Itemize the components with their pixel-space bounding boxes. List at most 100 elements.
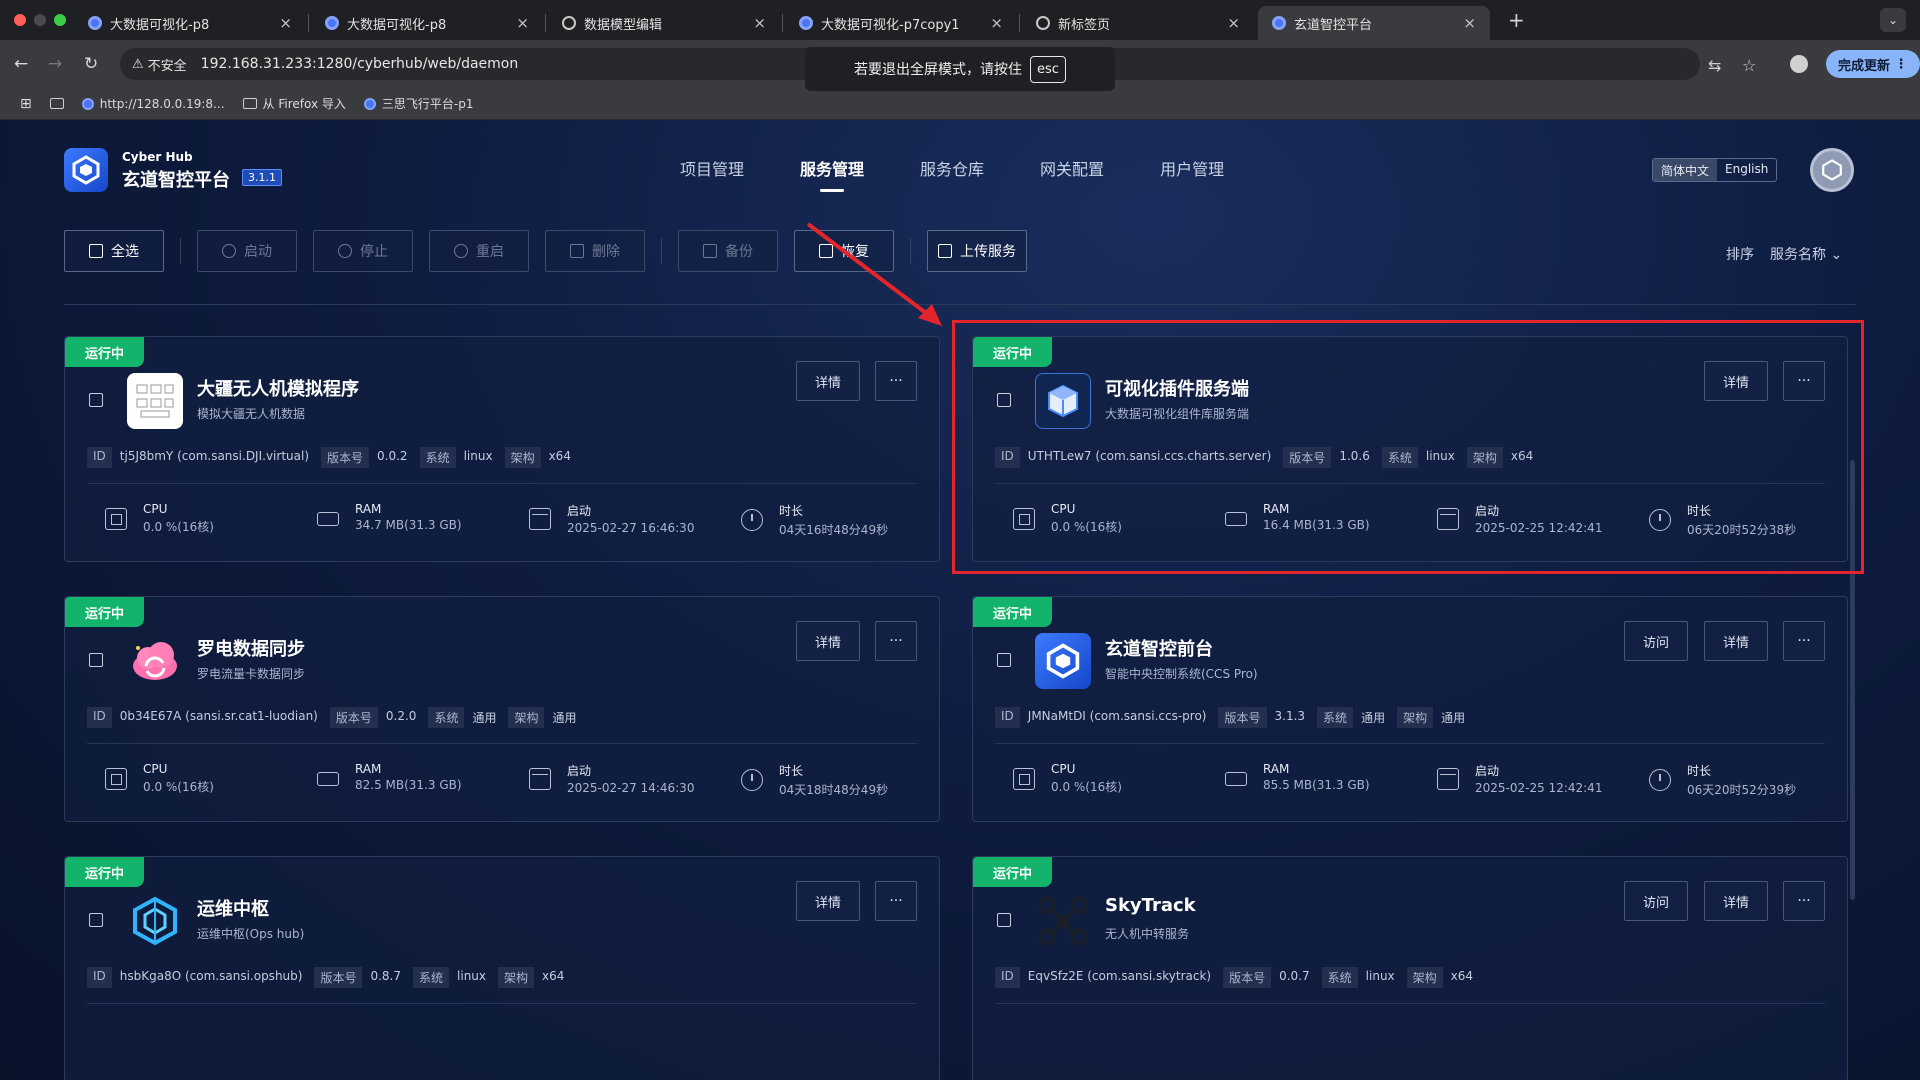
timer-icon bbox=[741, 769, 763, 791]
hexagon-logo-icon bbox=[1035, 633, 1091, 689]
ram-icon bbox=[317, 512, 339, 526]
nav-item-services[interactable]: 服务管理 bbox=[800, 156, 864, 192]
app-logo-icon[interactable] bbox=[64, 148, 108, 192]
close-icon[interactable]: × bbox=[279, 14, 292, 32]
id-value: EqvSfz2E (com.sansi.skytrack) bbox=[1027, 969, 1212, 983]
ram-stat: RAM 34.7 MB(31.3 GB) bbox=[317, 502, 462, 532]
bookmark-item[interactable]: 三思飞行平台-p1 bbox=[363, 95, 473, 112]
window-minimize-button[interactable] bbox=[34, 14, 46, 26]
start-button[interactable]: 启动 bbox=[197, 230, 297, 272]
nav-item-users[interactable]: 用户管理 bbox=[1160, 156, 1224, 180]
visit-button[interactable]: 访问 bbox=[1624, 621, 1688, 661]
bookmark-label: http://128.0.0.19:8... bbox=[99, 96, 225, 111]
detail-button[interactable]: 详情 bbox=[796, 621, 860, 661]
close-icon[interactable]: × bbox=[1227, 14, 1240, 32]
bookmarks-bar: ⊞ http://128.0.0.19:8... 从 Firefox 导入 三思… bbox=[0, 88, 1920, 120]
bookmark-item[interactable]: http://128.0.0.19:8... bbox=[81, 96, 225, 111]
start-stat: 启动 2025-02-27 16:46:30 bbox=[529, 502, 694, 535]
delete-button[interactable]: 删除 bbox=[545, 230, 645, 272]
update-button[interactable]: 完成更新 ⋮ bbox=[1826, 50, 1920, 78]
main-nav: 项目管理 服务管理 服务仓库 网关配置 用户管理 bbox=[680, 156, 1224, 192]
translate-icon[interactable]: ⇆ bbox=[1708, 56, 1721, 75]
detail-button[interactable]: 详情 bbox=[1704, 881, 1768, 921]
close-icon[interactable]: × bbox=[753, 14, 766, 32]
version-tag: 版本号 bbox=[1218, 707, 1267, 728]
ram-stat: RAM 82.5 MB(31.3 GB) bbox=[317, 762, 462, 792]
window-close-button[interactable] bbox=[14, 14, 26, 26]
tab-search-button[interactable]: ⌄ bbox=[1880, 8, 1906, 32]
profile-avatar[interactable] bbox=[1790, 55, 1808, 73]
reload-icon[interactable]: ↻ bbox=[84, 54, 98, 74]
more-button[interactable]: ··· bbox=[875, 621, 917, 661]
bookmark-item[interactable]: 从 Firefox 导入 bbox=[242, 95, 346, 112]
browser-tab[interactable]: 数据模型编辑 × bbox=[548, 6, 780, 40]
stop-label: 停止 bbox=[360, 244, 388, 260]
id-tag: ID bbox=[87, 447, 112, 468]
sort-label: 排序 bbox=[1726, 247, 1754, 263]
os-tag: 系统 bbox=[413, 967, 450, 988]
card-checkbox[interactable] bbox=[89, 393, 103, 407]
service-description: 模拟大疆无人机数据 bbox=[197, 407, 306, 421]
detail-button[interactable]: 详情 bbox=[796, 881, 860, 921]
sort-select[interactable]: 服务名称 ⌄ bbox=[1770, 244, 1842, 264]
arch-tag: 架构 bbox=[1397, 707, 1434, 728]
more-button[interactable]: ··· bbox=[875, 361, 917, 401]
more-button[interactable]: ··· bbox=[875, 881, 917, 921]
close-icon[interactable]: × bbox=[1463, 14, 1476, 32]
duration-value: 04天18时48分49秒 bbox=[779, 783, 889, 797]
visit-button[interactable]: 访问 bbox=[1624, 881, 1688, 921]
checkbox-icon bbox=[89, 244, 103, 258]
back-icon[interactable]: ← bbox=[14, 54, 28, 74]
insecure-label: 不安全 bbox=[147, 58, 187, 74]
nav-item-repository[interactable]: 服务仓库 bbox=[920, 156, 984, 180]
select-all-label: 全选 bbox=[111, 244, 139, 260]
more-button[interactable]: ··· bbox=[1783, 621, 1825, 661]
status-badge: 运行中 bbox=[973, 597, 1053, 627]
duration-label: 时长 bbox=[779, 764, 804, 778]
bookmark-star-icon[interactable]: ☆ bbox=[1742, 56, 1756, 75]
card-checkbox[interactable] bbox=[997, 653, 1011, 667]
browser-tab[interactable]: 大数据可视化-p8 × bbox=[74, 6, 306, 40]
card-checkbox[interactable] bbox=[89, 653, 103, 667]
cpu-stat: CPU 0.0 %(16核) bbox=[105, 502, 214, 535]
apps-grid-icon[interactable]: ⊞ bbox=[20, 96, 32, 112]
new-tab-button[interactable]: + bbox=[1508, 8, 1525, 32]
bookmark-folder[interactable] bbox=[49, 98, 64, 109]
user-avatar[interactable] bbox=[1810, 148, 1854, 192]
forward-icon[interactable]: → bbox=[48, 54, 62, 74]
restart-button[interactable]: 重启 bbox=[429, 230, 529, 272]
start-label: 启动 bbox=[567, 764, 592, 778]
select-all-button[interactable]: 全选 bbox=[64, 230, 164, 272]
tab-title: 大数据可视化-p8 bbox=[347, 17, 447, 33]
backup-button[interactable]: 备份 bbox=[678, 230, 778, 272]
close-icon[interactable]: × bbox=[516, 14, 529, 32]
service-card: 运行中 SkyTrack 无人机中转服务 访问 详情 ··· ID EqvSfz2… bbox=[972, 856, 1848, 1080]
cpu-value: 0.0 %(16核) bbox=[143, 780, 214, 794]
card-checkbox[interactable] bbox=[89, 913, 103, 927]
browser-tab[interactable]: 新标签页 × bbox=[1022, 6, 1254, 40]
nav-item-projects[interactable]: 项目管理 bbox=[680, 156, 744, 180]
detail-button[interactable]: 详情 bbox=[1704, 621, 1768, 661]
service-name: 玄道智控前台 bbox=[1105, 639, 1213, 660]
start-value: 2025-02-27 14:46:30 bbox=[567, 781, 695, 795]
browser-tab[interactable]: 大数据可视化-p7copy1 × bbox=[785, 6, 1017, 40]
stop-button[interactable]: 停止 bbox=[313, 230, 413, 272]
nav-item-gateway[interactable]: 网关配置 bbox=[1040, 156, 1104, 180]
more-button[interactable]: ··· bbox=[1783, 881, 1825, 921]
browser-tab-active[interactable]: 玄道智控平台 × bbox=[1258, 6, 1490, 40]
card-checkbox[interactable] bbox=[997, 913, 1011, 927]
ram-value: 34.7 MB(31.3 GB) bbox=[355, 518, 462, 532]
lang-en-button[interactable]: English bbox=[1717, 159, 1776, 181]
window-zoom-button[interactable] bbox=[54, 14, 66, 26]
restart-label: 重启 bbox=[476, 244, 504, 260]
start-value: 2025-02-25 12:42:41 bbox=[1475, 781, 1603, 795]
close-icon[interactable]: × bbox=[990, 14, 1003, 32]
annotation-arrow-icon bbox=[806, 222, 942, 326]
url-text: 192.168.31.233:1280/cyberhub/web/daemon bbox=[200, 56, 519, 72]
detail-button[interactable]: 详情 bbox=[796, 361, 860, 401]
browser-tab[interactable]: 大数据可视化-p8 × bbox=[311, 6, 543, 40]
status-badge: 运行中 bbox=[65, 337, 145, 367]
lang-zh-button[interactable]: 简体中文 bbox=[1653, 159, 1718, 181]
security-indicator[interactable]: ⚠ 不安全 bbox=[132, 55, 187, 74]
arch-value: x64 bbox=[1450, 969, 1474, 983]
